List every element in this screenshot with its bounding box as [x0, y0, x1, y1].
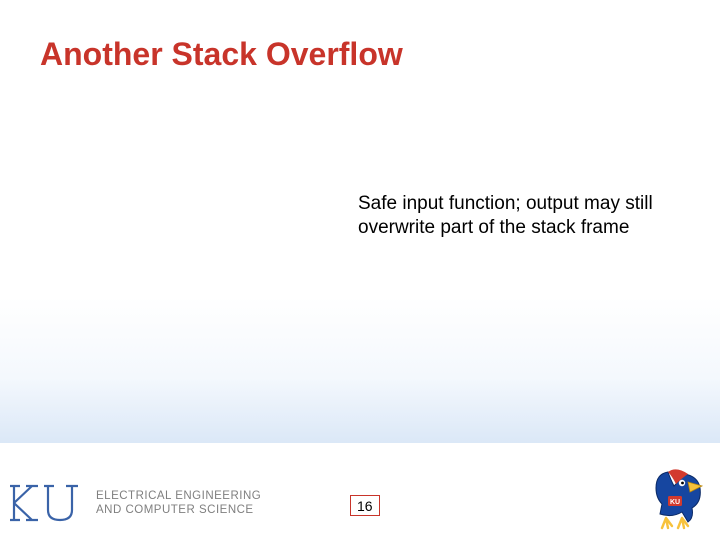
slide: Another Stack Overflow Safe input functi… — [0, 0, 720, 540]
slide-title: Another Stack Overflow — [40, 36, 403, 73]
department-line-2: AND COMPUTER SCIENCE — [96, 503, 261, 517]
ku-monogram-icon — [8, 478, 86, 528]
jayhawk-mascot-icon: KU — [648, 468, 704, 530]
page-number: 16 — [350, 495, 380, 516]
slide-body-text: Safe input function; output may still ov… — [358, 192, 668, 241]
jayhawk-badge-text: KU — [670, 499, 680, 506]
footer-left-logo-group: ELECTRICAL ENGINEERING AND COMPUTER SCIE… — [8, 478, 261, 528]
department-line-1: ELECTRICAL ENGINEERING — [96, 489, 261, 503]
department-text: ELECTRICAL ENGINEERING AND COMPUTER SCIE… — [96, 489, 261, 518]
